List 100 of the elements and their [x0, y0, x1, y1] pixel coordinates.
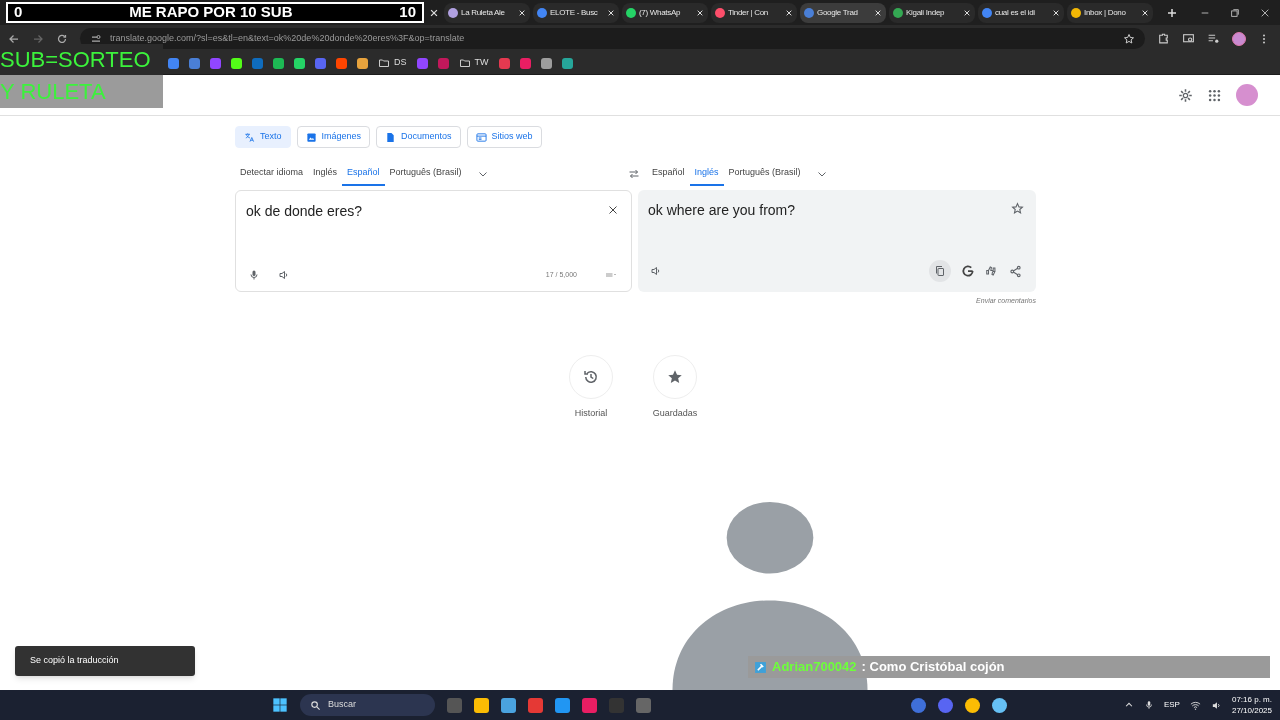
close-icon[interactable]	[696, 8, 704, 17]
browser-tab[interactable]: La Ruleta Ale	[444, 2, 530, 23]
search-field[interactable]: Buscar	[328, 698, 408, 712]
taskbar-app-icon[interactable]	[555, 697, 570, 713]
bookmark-icon[interactable]	[540, 57, 552, 69]
feedback-thumbs-icon[interactable]	[985, 264, 999, 278]
bookmark-icon[interactable]	[273, 57, 284, 69]
tab-title: Google Trad	[817, 6, 859, 19]
tab-title: cual es el idi	[995, 6, 1036, 19]
close-icon[interactable]	[429, 7, 439, 18]
mode-tab[interactable]: Sitios web	[466, 126, 542, 148]
media-list-icon[interactable]	[1207, 32, 1220, 45]
screen-search-icon[interactable]	[1182, 32, 1195, 45]
google-g-icon[interactable]	[961, 264, 975, 278]
language-tab[interactable]: Inglés	[308, 162, 343, 186]
star-icon[interactable]	[1011, 202, 1024, 215]
shortcut-label: Historial	[574, 406, 608, 420]
microphone-icon[interactable]	[248, 269, 260, 281]
chat-message: : Como Cristóbal cojón	[861, 658, 1005, 677]
toast-notification: Se copió la traducción	[15, 646, 195, 676]
mode-tab[interactable]: Documentos	[376, 126, 461, 148]
speaker-icon[interactable]	[278, 269, 290, 281]
browser-tab[interactable]: Google Trad	[800, 2, 886, 23]
browser-tab[interactable]: (7) WhatsAp	[622, 2, 708, 23]
taskbar-search[interactable]: Buscar	[300, 694, 435, 716]
settings-icon[interactable]	[1178, 87, 1193, 103]
mode-icon	[475, 131, 487, 143]
giveaway-overlay-text: SUB=SORTEO	[0, 44, 163, 75]
windows-start-icon[interactable]	[272, 697, 288, 713]
address-bar[interactable]: translate.google.com/?sl=es&tl=en&text=ok%20de%20donde%20eres%3F&op=translate	[80, 28, 1145, 49]
profile-avatar[interactable]	[1232, 31, 1246, 46]
hammer-icon	[754, 660, 767, 674]
tab-title: Kigali Indep	[906, 6, 946, 19]
taskbar-app-icon[interactable]	[501, 697, 516, 713]
extension-icon[interactable]	[1157, 32, 1170, 45]
wifi-icon[interactable]	[1189, 699, 1201, 711]
mode-icon	[385, 131, 397, 143]
clock-date: 27/10/2025	[1231, 705, 1272, 716]
translation-text: ok where are you from?	[648, 201, 796, 220]
close-icon[interactable]	[1052, 8, 1060, 17]
taskbar-app-icon[interactable]	[965, 697, 980, 713]
clock-time: 07:16 p. m.	[1231, 694, 1272, 705]
mode-icon	[305, 131, 317, 143]
bookmark-folder[interactable]: DS	[378, 56, 407, 70]
star-icon[interactable]	[1123, 32, 1135, 45]
copy-button[interactable]	[929, 260, 951, 282]
site-settings-icon	[90, 32, 102, 45]
mode-icon	[244, 131, 255, 143]
restore-icon[interactable]	[1230, 7, 1240, 18]
tab-title: La Ruleta Ale	[461, 6, 506, 19]
bookmark-folder[interactable]: TW	[458, 56, 489, 70]
copy-icon	[934, 265, 946, 277]
browser-tab[interactable]: ELOTE - Busc	[533, 2, 619, 23]
language-tab[interactable]: Español	[647, 162, 690, 186]
language-tab[interactable]: Português (Brasil)	[384, 162, 467, 186]
mode-tab[interactable]: Imágenes	[296, 126, 371, 148]
close-icon[interactable]	[1141, 8, 1149, 17]
tab-title: Inbox | Dono	[1084, 6, 1127, 19]
bookmark-icon[interactable]	[357, 57, 368, 69]
back-arrow-icon[interactable]	[8, 32, 20, 45]
language-tab[interactable]: Español	[342, 162, 385, 186]
apps-grid-icon[interactable]	[1207, 87, 1222, 103]
tab-title: Tinder | Con	[728, 6, 769, 19]
language-tab[interactable]: Detectar idioma	[235, 162, 309, 186]
keyboard-language[interactable]: ESP	[1163, 699, 1180, 711]
browser-tab[interactable]: cual es el idi	[978, 2, 1064, 23]
share-icon[interactable]	[1009, 264, 1022, 278]
close-icon[interactable]	[1260, 7, 1270, 18]
taskbar-app-icon[interactable]	[474, 697, 489, 713]
shortcut-label: Guardadas	[652, 406, 698, 420]
browser-tab[interactable]: Tinder | Con	[711, 2, 797, 23]
taskbar-app-icon[interactable]	[992, 697, 1007, 713]
tab-title: (7) WhatsAp	[639, 6, 682, 19]
close-icon[interactable]	[607, 204, 619, 216]
swap-icon[interactable]	[628, 168, 640, 180]
browser-tab[interactable]: Kigali Indep	[889, 2, 975, 23]
browser-tab[interactable]: Inbox | Dono	[1067, 2, 1153, 23]
bookmark-icon[interactable]	[561, 57, 573, 69]
giveaway-overlay-text: Y RULETA	[0, 75, 163, 108]
bookmark-icon[interactable]	[294, 57, 305, 69]
new-tab-icon[interactable]	[1166, 6, 1178, 19]
close-icon[interactable]	[518, 8, 526, 17]
mode-tab[interactable]: Texto	[235, 126, 291, 148]
goal-count: 0	[14, 2, 23, 23]
speaker-icon[interactable]	[650, 265, 662, 277]
bookmark-icon[interactable]	[231, 57, 242, 69]
close-icon[interactable]	[874, 8, 882, 17]
close-icon[interactable]	[607, 8, 615, 17]
reload-icon[interactable]	[56, 32, 68, 45]
tab-title: ELOTE - Busc	[550, 6, 599, 19]
goal-title: ME RAPO POR 10 SUB	[129, 2, 293, 23]
microphone-icon[interactable]	[1143, 700, 1154, 710]
close-icon[interactable]	[785, 8, 793, 17]
language-tab[interactable]: Português (Brasil)	[723, 162, 806, 186]
search-icon	[310, 699, 321, 711]
language-tab[interactable]: Inglés	[689, 162, 724, 186]
close-icon[interactable]	[963, 8, 971, 17]
chevron-up-icon[interactable]	[1123, 700, 1134, 710]
forward-arrow-icon[interactable]	[32, 32, 44, 45]
source-text: ok de donde eres?	[246, 202, 362, 221]
